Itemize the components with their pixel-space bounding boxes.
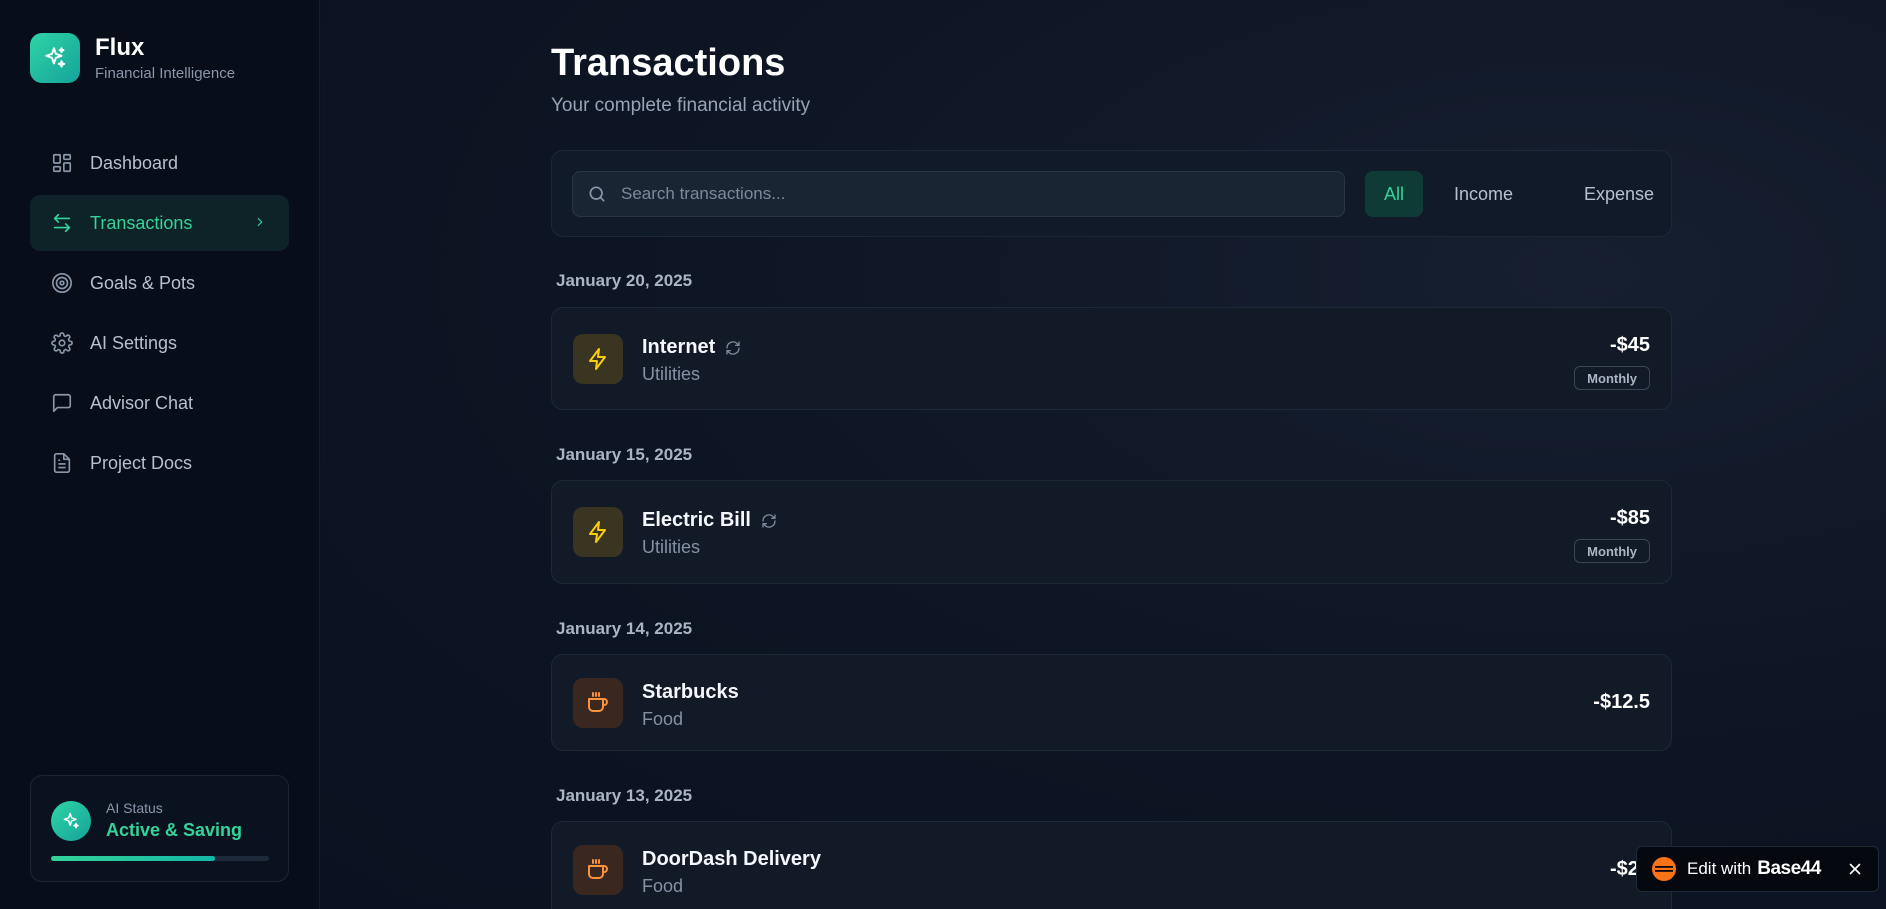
close-icon[interactable] [1846,860,1864,878]
transaction-row[interactable]: Internet Utilities -$45 Monthly [551,307,1672,410]
brand-name: Flux [95,34,145,61]
transaction-amount: -$85 [1609,507,1650,529]
filter-bar: All Income Expense [551,150,1672,237]
ai-status-card: AI Status Active & Saving [30,775,289,882]
transaction-amount: -$45 [1609,334,1650,356]
ai-progress-bar [51,856,269,861]
filter-income-button[interactable]: Income [1435,171,1532,217]
gear-icon [50,331,74,355]
sidebar-item-label: Advisor Chat [90,392,194,413]
sidebar-item-transactions[interactable]: Transactions [30,195,289,251]
transaction-row[interactable]: DoorDash Delivery Food -$28 [551,821,1672,909]
ai-progress-fill [51,856,215,861]
sidebar-item-goals[interactable]: Goals & Pots [30,255,289,311]
sidebar-item-dashboard[interactable]: Dashboard [30,135,289,191]
chevron-right-icon [253,215,267,234]
transaction-category: Utilities [642,364,701,384]
ai-status-label: AI Status [106,800,163,816]
transaction-row[interactable]: Electric Bill Utilities -$85 Monthly [551,480,1672,584]
sidebar: Flux Financial Intelligence Dashboard Tr… [0,0,320,909]
transaction-category: Food [642,709,684,729]
transaction-name-text: Starbucks [642,681,739,703]
lightning-icon [573,507,623,557]
sidebar-item-label: Dashboard [90,152,179,173]
brand[interactable]: Flux Financial Intelligence [30,33,235,83]
chat-icon [50,391,74,415]
edit-with-base44-button[interactable]: Edit with Base44 [1636,846,1879,892]
transaction-amount: -$12.5 [1593,691,1650,713]
transaction-row[interactable]: Starbucks Food -$12.5 [551,654,1672,751]
app: Flux Financial Intelligence Dashboard Tr… [0,0,1886,909]
transaction-category: Utilities [642,537,701,557]
page-title: Transactions [551,42,786,84]
search-icon [587,184,607,204]
lightning-icon [573,334,623,384]
sidebar-item-project-docs[interactable]: Project Docs [30,435,289,491]
dashboard-icon [50,151,74,175]
sidebar-item-label: Transactions [90,212,193,233]
sidebar-item-label: Goals & Pots [90,272,196,293]
coffee-icon [573,845,623,895]
base44-logo-icon [1651,856,1677,882]
date-header: January 20, 2025 [556,271,693,290]
ai-status-value: Active & Saving [106,820,243,840]
base44-brand: Base44 [1757,858,1821,879]
date-header: January 13, 2025 [556,786,693,805]
filter-expense-button[interactable]: Expense [1565,171,1673,217]
page-subtitle: Your complete financial activity [551,95,811,116]
transaction-name: DoorDash Delivery [642,848,821,871]
recurrence-badge: Monthly [1574,539,1650,563]
recurring-icon [761,513,777,529]
transaction-name: Starbucks [642,681,739,704]
document-icon [50,451,74,475]
sparkle-icon [51,801,91,841]
transaction-name-text: Electric Bill [642,509,751,531]
transaction-name-text: Internet [642,336,716,358]
search-box[interactable] [572,171,1345,217]
recurrence-badge: Monthly [1574,366,1650,390]
date-header: January 14, 2025 [556,619,693,638]
main-content: Transactions Your complete financial act… [321,0,1886,909]
filter-all-button[interactable]: All [1365,171,1424,217]
transaction-name: Internet [642,336,741,359]
transaction-category: Food [642,876,684,896]
sparkle-icon [30,33,80,83]
sidebar-item-advisor-chat[interactable]: Advisor Chat [30,375,289,431]
coffee-icon [573,678,623,728]
search-input[interactable] [621,184,1344,204]
transaction-name: Electric Bill [642,509,777,532]
date-header: January 15, 2025 [556,445,693,464]
target-icon [50,271,74,295]
brand-tagline: Financial Intelligence [95,65,236,82]
recurring-icon [725,340,741,356]
transaction-name-text: DoorDash Delivery [642,848,821,870]
sidebar-nav: Dashboard Transactions Goals & Pots AI S… [30,135,289,495]
sidebar-item-ai-settings[interactable]: AI Settings [30,315,289,371]
base44-prefix: Edit with [1687,859,1752,878]
arrows-swap-icon [50,211,74,235]
sidebar-item-label: AI Settings [90,332,178,353]
sidebar-item-label: Project Docs [90,452,193,473]
